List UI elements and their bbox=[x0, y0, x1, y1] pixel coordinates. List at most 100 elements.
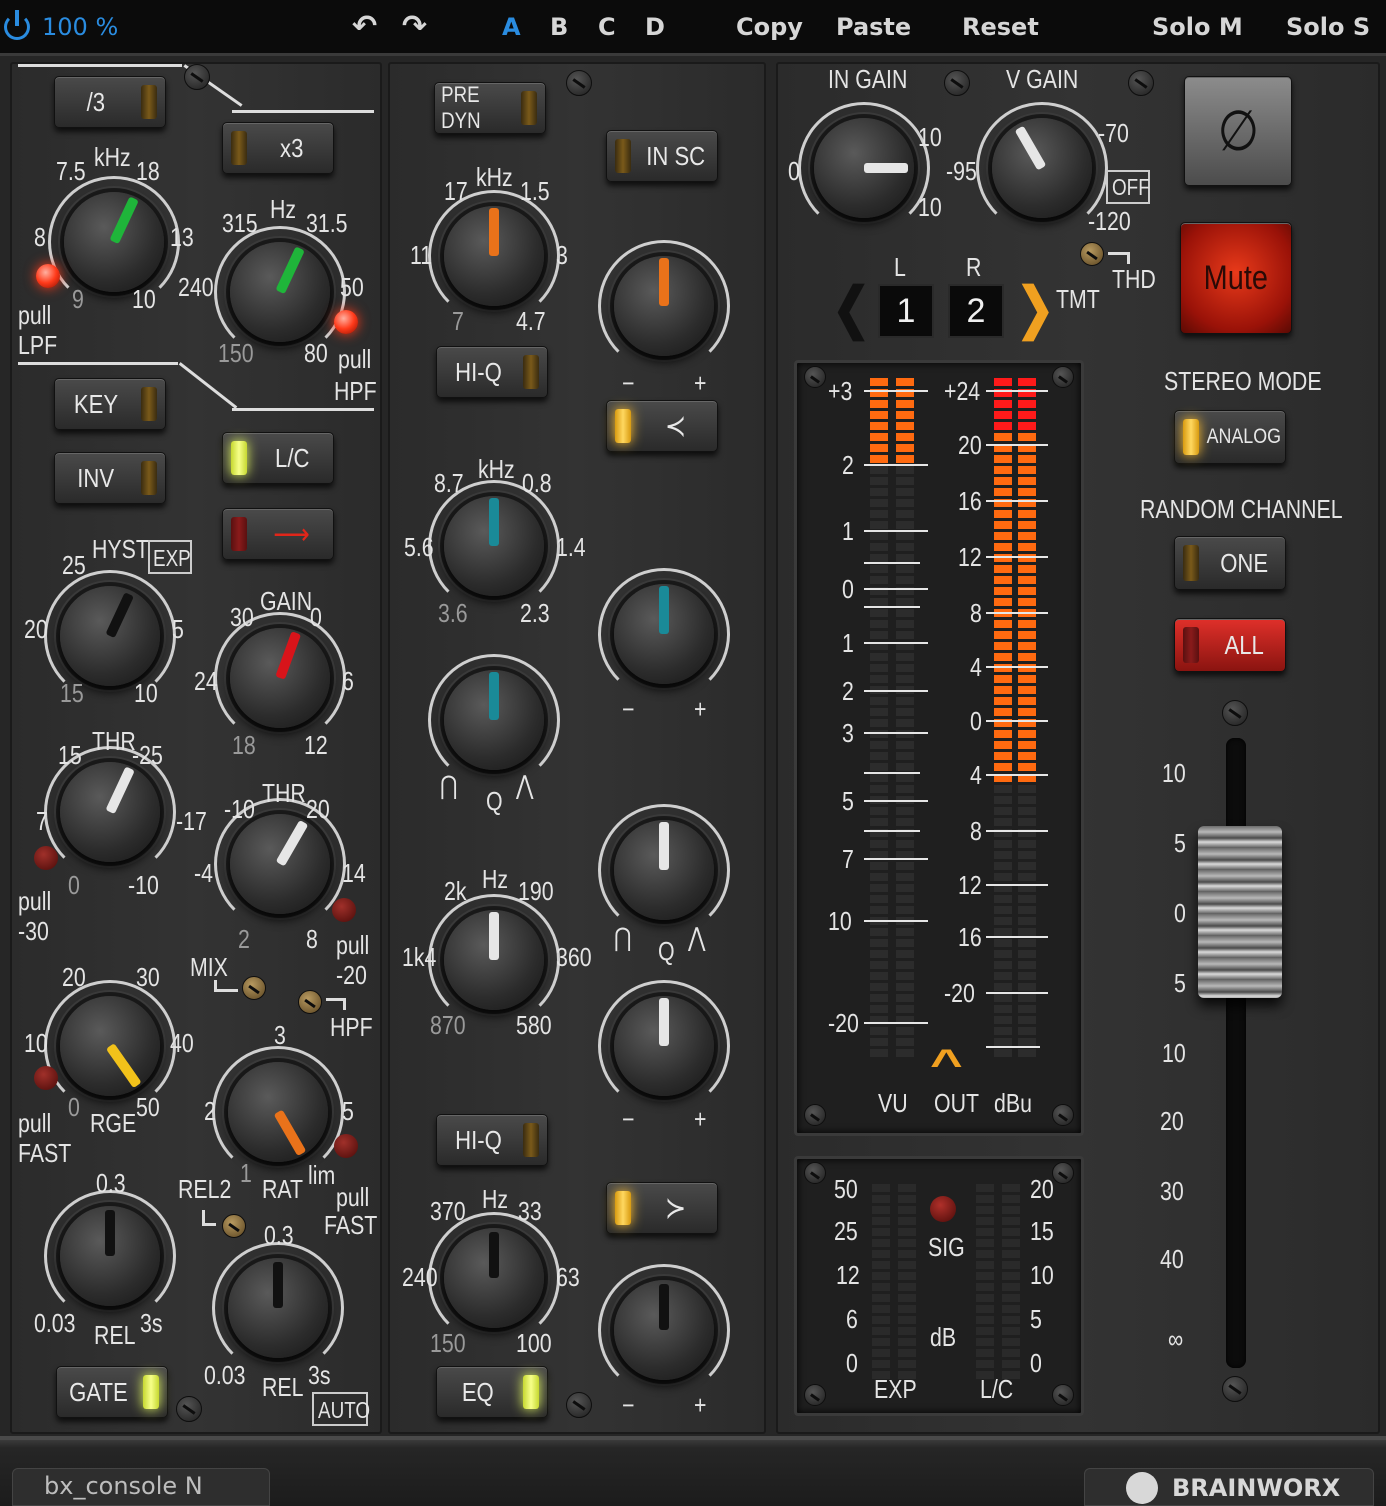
in-sc-button[interactable]: IN SC bbox=[606, 130, 718, 182]
release2-knob[interactable] bbox=[228, 1258, 328, 1358]
meter-segment bbox=[1018, 950, 1036, 958]
release-knob[interactable] bbox=[60, 1206, 160, 1306]
meter-segment bbox=[1018, 785, 1036, 793]
sidechain-route-button[interactable]: ⟶ bbox=[222, 508, 334, 560]
inv-button[interactable]: INV bbox=[54, 452, 166, 504]
meter-segment bbox=[896, 422, 914, 430]
eq-band4-frequency-knob[interactable] bbox=[444, 1228, 544, 1328]
eq-band2-q-knob[interactable] bbox=[444, 670, 544, 770]
meter-segment bbox=[994, 422, 1012, 430]
random-one-button[interactable]: ONE bbox=[1174, 536, 1286, 590]
gate-button[interactable]: GATE bbox=[56, 1366, 168, 1418]
hpf-frequency-knob[interactable] bbox=[230, 242, 330, 342]
eq-band2-gain-knob[interactable] bbox=[614, 584, 714, 684]
eq-band2-frequency-knob[interactable] bbox=[444, 496, 544, 596]
gr-meter-segment bbox=[872, 1250, 890, 1258]
preset-c-button[interactable]: C bbox=[598, 8, 616, 46]
eq-band3-frequency-knob[interactable] bbox=[444, 910, 544, 1010]
channel-left-display[interactable]: 1 bbox=[878, 284, 934, 338]
mix-trim[interactable] bbox=[242, 976, 266, 1000]
eq-band4-gain-knob[interactable] bbox=[614, 1280, 714, 1380]
gr-meter-segment bbox=[1002, 1349, 1020, 1357]
meter-segment bbox=[1018, 741, 1036, 749]
off-indicator-label: OFF bbox=[1112, 174, 1150, 200]
rel2-trim[interactable] bbox=[222, 1214, 246, 1238]
solo-s-button[interactable]: Solo S bbox=[1286, 8, 1370, 46]
low-shelf-button[interactable]: ≺ bbox=[606, 400, 718, 452]
threshold-knob-2[interactable] bbox=[230, 814, 330, 914]
zoom-level[interactable]: 100 % bbox=[42, 8, 118, 46]
meter-segment bbox=[1018, 565, 1036, 573]
meter-segment bbox=[1018, 730, 1036, 738]
eq-enable-button[interactable]: EQ bbox=[436, 1366, 548, 1418]
lc-button[interactable]: L/C bbox=[222, 432, 334, 484]
eq-band3-q-knob[interactable] bbox=[614, 820, 714, 920]
sig-label: SIG bbox=[928, 1232, 965, 1262]
meter-segment bbox=[1018, 686, 1036, 694]
threshold-knob-1[interactable] bbox=[60, 762, 160, 862]
key-button[interactable]: KEY bbox=[54, 378, 166, 430]
eq-band1-frequency-knob[interactable] bbox=[444, 206, 544, 306]
hpf-x3-button[interactable]: x3 bbox=[222, 122, 334, 174]
meter-segment bbox=[994, 598, 1012, 606]
meter-segment bbox=[870, 532, 888, 540]
random-all-button[interactable]: ALL bbox=[1174, 618, 1286, 672]
chevron-up-icon[interactable]: ^ bbox=[930, 1044, 963, 1084]
vu-scale-label: 7 bbox=[842, 844, 854, 874]
paste-button[interactable]: Paste bbox=[836, 8, 911, 46]
channel-right-display[interactable]: 2 bbox=[948, 284, 1004, 338]
mute-button[interactable]: Mute bbox=[1180, 222, 1292, 334]
preset-b-button[interactable]: B bbox=[550, 8, 568, 46]
copy-button[interactable]: Copy bbox=[736, 8, 803, 46]
chevron-left-icon[interactable]: ❮ bbox=[832, 280, 870, 336]
eq-band3-gain-knob[interactable] bbox=[614, 996, 714, 1096]
pre-dyn-button[interactable]: PRE DYN bbox=[434, 82, 546, 134]
stereo-mode-analog-button[interactable]: ANALOG bbox=[1174, 410, 1286, 464]
in-gain-scale-label: 10 bbox=[918, 122, 942, 152]
hi-q-button-2[interactable]: HI-Q bbox=[436, 1114, 548, 1166]
hi-q-button[interactable]: HI-Q bbox=[436, 346, 548, 398]
meter-segment bbox=[994, 763, 1012, 771]
thd-trim[interactable] bbox=[1080, 242, 1104, 266]
reset-button[interactable]: Reset bbox=[962, 8, 1039, 46]
ratio-knob[interactable] bbox=[228, 1062, 328, 1162]
undo-icon[interactable]: ↶ bbox=[352, 8, 377, 46]
preset-d-button[interactable]: D bbox=[645, 8, 665, 46]
vu-tick bbox=[864, 390, 928, 392]
meter-segment bbox=[1018, 455, 1036, 463]
meter-segment bbox=[994, 675, 1012, 683]
gr-meter-segment bbox=[898, 1239, 916, 1247]
high-shelf-button[interactable]: ≻ bbox=[606, 1182, 718, 1234]
meter-segment bbox=[1018, 488, 1036, 496]
meter-segment bbox=[994, 1049, 1012, 1057]
pull-20-led bbox=[332, 898, 356, 922]
fader-handle[interactable] bbox=[1198, 826, 1282, 998]
meter-segment bbox=[1018, 411, 1036, 419]
pull-30-led bbox=[34, 846, 58, 870]
fader-scale-label: ∞ bbox=[1168, 1324, 1184, 1354]
hyst-knob[interactable] bbox=[60, 586, 160, 686]
gr-meter-segment bbox=[898, 1294, 916, 1302]
dynamics-gain-knob[interactable] bbox=[230, 628, 330, 728]
hpf-trim[interactable] bbox=[298, 990, 322, 1014]
lpf-div3-button[interactable]: /3 bbox=[54, 76, 166, 128]
lc-scale-label: 10 bbox=[1030, 1260, 1054, 1290]
dbu-label: dBu bbox=[994, 1088, 1032, 1118]
meter-segment bbox=[870, 1038, 888, 1046]
meter-segment bbox=[994, 961, 1012, 969]
eq-band1-gain-knob[interactable] bbox=[614, 256, 714, 356]
lpf-frequency-knob[interactable] bbox=[64, 192, 164, 292]
eq-band1-unit: kHz bbox=[476, 162, 513, 192]
v-gain-knob[interactable] bbox=[992, 118, 1092, 218]
input-gain-knob[interactable] bbox=[814, 118, 914, 218]
preset-a-button[interactable]: A bbox=[502, 8, 521, 46]
phase-invert-button[interactable]: ∅ bbox=[1184, 76, 1292, 186]
meter-segment bbox=[870, 565, 888, 573]
redo-icon[interactable]: ↷ bbox=[402, 8, 427, 46]
range-knob[interactable] bbox=[60, 996, 160, 1096]
thr1-scale-label: 7 bbox=[36, 806, 48, 836]
chevron-right-icon[interactable]: ❯ bbox=[1016, 280, 1054, 336]
screw bbox=[1128, 70, 1154, 96]
solo-m-button[interactable]: Solo M bbox=[1152, 8, 1243, 46]
screw bbox=[566, 1392, 592, 1418]
